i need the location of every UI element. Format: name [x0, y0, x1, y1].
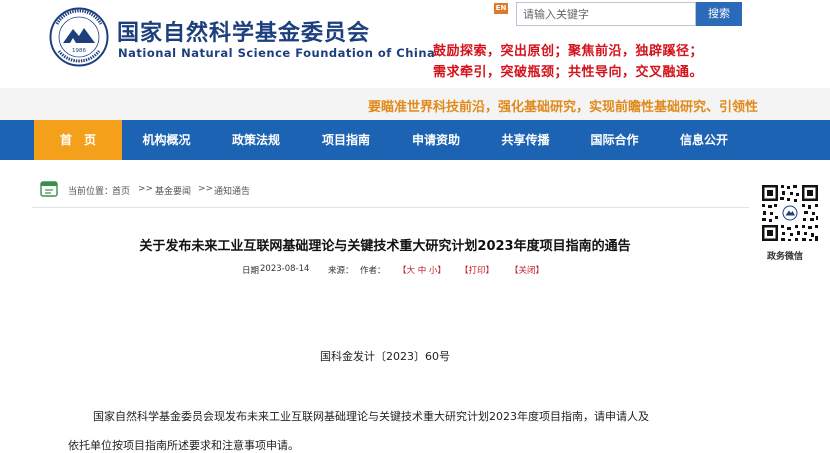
nav-item-disclosure[interactable]: 信息公开	[659, 120, 749, 160]
english-version-link[interactable]: EN	[494, 3, 508, 14]
slogan-text: 要瞄准世界科技前沿，强化基础研究，实现前瞻性基础研究、引领性	[368, 100, 759, 115]
nav-item-about[interactable]: 机构概况	[122, 120, 211, 160]
main-nav: 首 页 机构概况 政策法规 项目指南 申请资助 共享传播 国际合作 信息公开	[0, 120, 830, 160]
qr-code-label: 政务微信	[767, 252, 804, 262]
breadcrumb-separator: >>	[138, 184, 154, 194]
nav-item-guidelines[interactable]: 项目指南	[301, 120, 391, 160]
article-paragraph-line: 国家自然科学基金委员会现发布未来工业互联网基础理论与关键技术重大研究计划2023…	[93, 410, 649, 423]
svg-text:1986: 1986	[72, 48, 86, 54]
article-date-label: 日期	[242, 266, 260, 276]
article-title: 关于发布未来工业互联网基础理论与关键技术重大研究计划2023年度项目指南的通告	[139, 239, 631, 254]
motto-line-2: 需求牵引，突破瓶颈；共性导向，交叉融通。	[433, 65, 704, 80]
article-date: 2023-08-14	[260, 264, 310, 274]
document-number: 国科金发计〔2023〕60号	[320, 350, 450, 363]
breadcrumb-item-news[interactable]: 基金要闻	[155, 184, 191, 197]
nav-item-home[interactable]: 首 页	[34, 120, 122, 160]
breadcrumb-separator: >>	[198, 184, 214, 194]
nav-item-international[interactable]: 国际合作	[570, 120, 659, 160]
nsfc-logo[interactable]: 1986	[49, 7, 109, 67]
breadcrumb-item-home[interactable]: 首页	[112, 184, 130, 197]
site-header: 1986 国家自然科学基金委员会 National Natural Scienc…	[0, 0, 830, 88]
print-link[interactable]: 【打印】	[460, 264, 494, 276]
article-source-label: 来源：	[328, 266, 354, 276]
wechat-qr-code	[760, 183, 820, 243]
search-button[interactable]: 搜索	[696, 2, 742, 26]
org-name-en: National Natural Science Foundation of C…	[118, 46, 436, 60]
nav-item-policies[interactable]: 政策法规	[211, 120, 301, 160]
breadcrumb-item-notices[interactable]: 通知通告	[214, 184, 250, 197]
slogan-banner: 要瞄准世界科技前沿，强化基础研究，实现前瞻性基础研究、引领性	[0, 88, 830, 120]
motto-line-1: 鼓励探索，突出原创；聚焦前沿，独辟蹊径；	[433, 44, 704, 59]
search-input[interactable]	[516, 2, 696, 26]
org-name-cn[interactable]: 国家自然科学基金委员会	[117, 15, 370, 47]
breadcrumb-prefix: 当前位置：	[68, 187, 114, 197]
location-icon	[40, 181, 58, 197]
nav-item-funding[interactable]: 申请资助	[391, 120, 481, 160]
breadcrumb-divider	[32, 207, 749, 208]
font-size-control[interactable]: 【大 中 小】	[398, 264, 446, 276]
article-author-label: 作者：	[360, 266, 386, 276]
close-link[interactable]: 【关闭】	[510, 264, 544, 276]
nav-item-sharing[interactable]: 共享传播	[481, 120, 570, 160]
